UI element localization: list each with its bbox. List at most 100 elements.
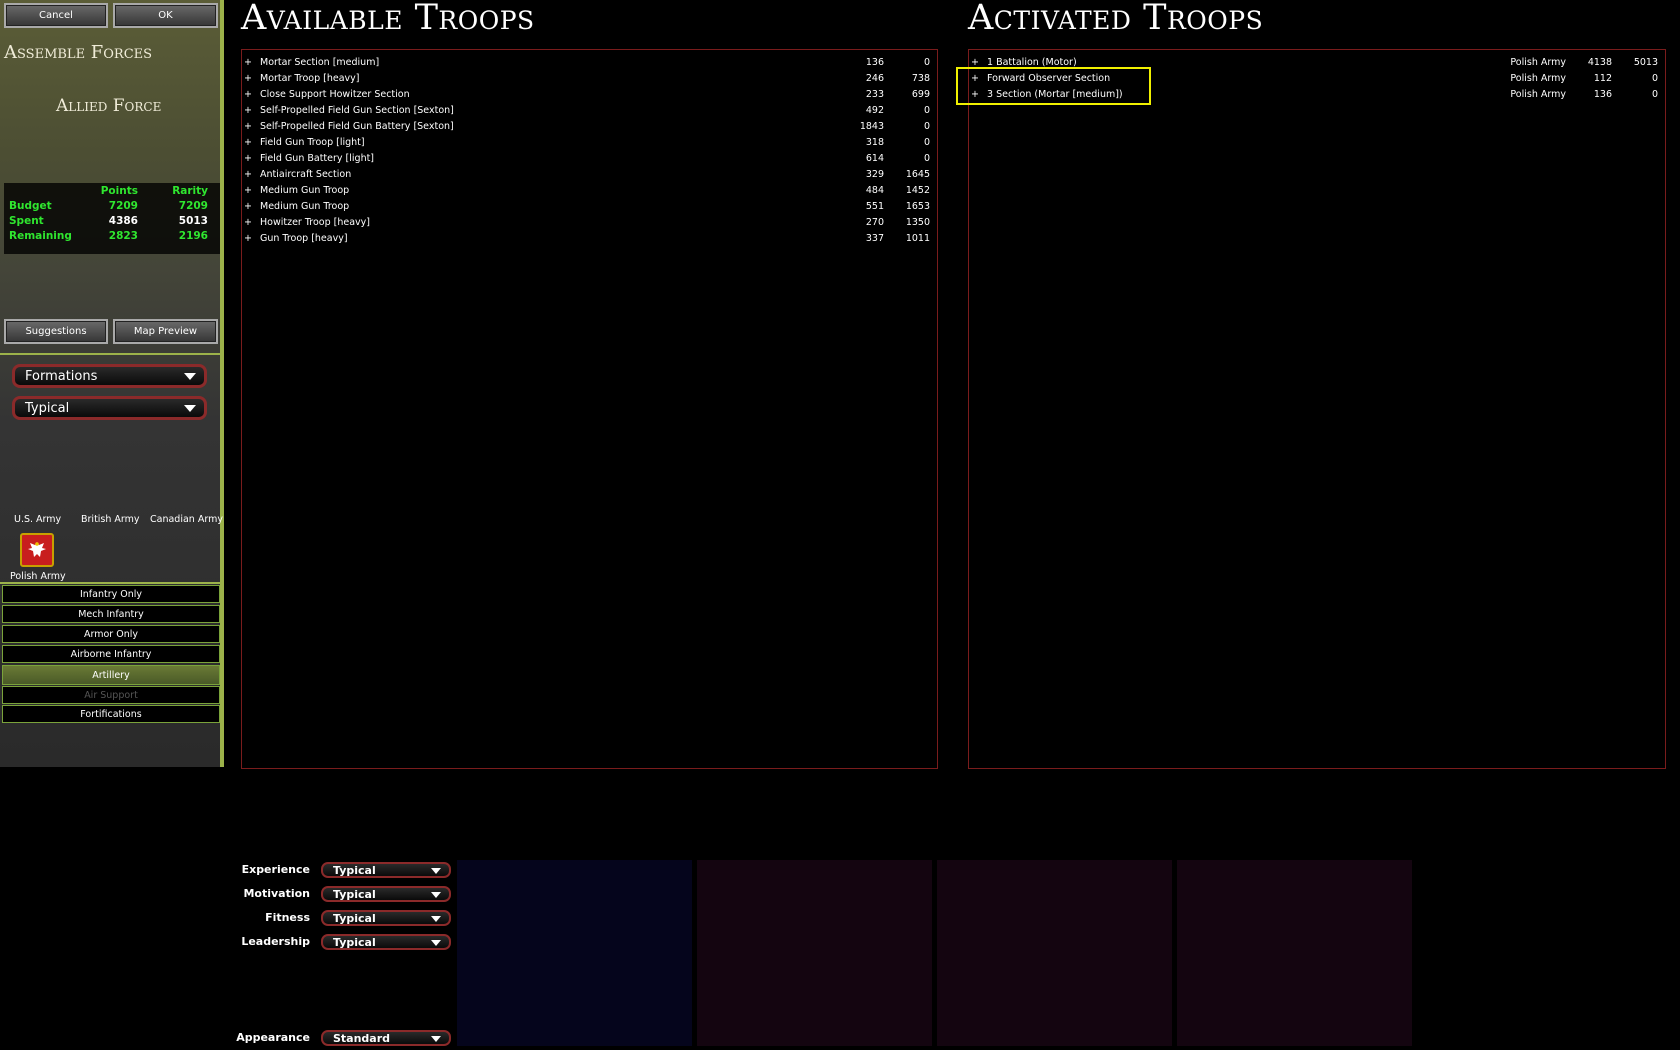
troop-points: 551 [865,201,884,212]
category-air-support[interactable]: Air Support [2,686,220,704]
army-british[interactable]: British Army [81,514,140,525]
troop-rarity: 0 [923,153,930,164]
category-armor-only[interactable]: Armor Only [2,625,220,643]
formations-dropdown[interactable]: Formations [12,364,207,388]
troop-army: Polish Army [1510,57,1566,68]
activated-troops-list[interactable]: +1 Battalion (Motor) Polish Army 4138 5013 +… [968,49,1666,769]
available-troops-title: Available Troops [241,0,535,38]
troop-points: 484 [865,185,884,196]
available-troop-row[interactable]: + Howitzer Troop [heavy] 270 1350 [242,215,937,231]
troop-rarity: 0 [923,57,930,68]
expand-plus-icon[interactable]: + [244,105,252,116]
expand-plus-icon[interactable]: + [244,169,252,180]
troop-rarity: 0 [923,137,930,148]
army-canadian[interactable]: Canadian Army [150,514,223,525]
expand-plus-icon[interactable]: + [244,73,252,84]
remaining-label: Remaining [9,229,72,242]
troop-points: 1843 [859,121,884,132]
troop-name: Gun Troop [heavy] [260,233,348,244]
experience-dropdown[interactable]: Typical [321,862,451,878]
expand-plus-icon[interactable]: + [244,153,252,164]
map-preview-button[interactable]: Map Preview [113,319,218,344]
expand-plus-icon[interactable]: + [244,185,252,196]
spent-label: Spent [9,214,44,227]
available-troop-row[interactable]: + Medium Gun Troop 551 1653 [242,199,937,215]
troop-name: Antiaircraft Section [260,169,352,180]
troop-name: Medium Gun Troop [260,185,350,196]
category-artillery[interactable]: Artillery [2,665,220,685]
formations-dropdown-value: Formations [25,368,98,384]
available-troop-row[interactable]: + Mortar Section [medium] 136 0 [242,55,937,71]
available-troop-row[interactable]: + Field Gun Troop [light] 318 0 [242,135,937,151]
chevron-down-icon [431,868,441,874]
experience-label: Experience [241,863,310,876]
expand-plus-icon[interactable]: + [244,89,252,100]
troop-rarity: 5013 [1633,57,1658,68]
category-fortifications[interactable]: Fortifications [2,705,220,723]
army-polish[interactable]: Polish Army [10,571,66,582]
available-troop-row[interactable]: + Antiaircraft Section 329 1645 [242,167,937,183]
spent-points: 4386 [108,214,138,227]
available-troop-row[interactable]: + Self-Propelled Field Gun Section [Sexto… [242,103,937,119]
troop-name: Mortar Section [medium] [260,57,380,68]
troop-rarity: 1011 [905,233,930,244]
points-header: Points [100,184,138,197]
expand-plus-icon[interactable]: + [244,121,252,132]
polish-eagle-icon[interactable] [20,533,54,567]
remaining-points: 2823 [108,229,138,242]
available-troop-row[interactable]: + Medium Gun Troop 484 1452 [242,183,937,199]
chevron-down-icon [431,892,441,898]
fitness-dropdown[interactable]: Typical [321,910,451,926]
appearance-value: Standard [333,1031,391,1045]
expand-plus-icon[interactable]: + [244,217,252,228]
troop-points: 318 [865,137,884,148]
suggestions-button[interactable]: Suggestions [4,319,108,344]
spent-rarity: 5013 [178,214,208,227]
troop-name: Field Gun Troop [light] [260,137,365,148]
budget-label: Budget [9,199,52,212]
expand-plus-icon[interactable]: + [244,57,252,68]
troop-points: 233 [865,89,884,100]
troop-rarity: 1653 [905,201,930,212]
available-troops-list[interactable]: + Mortar Section [medium] 136 0 + Mortar Troo… [241,49,938,769]
quality-dropdown-value: Typical [25,400,70,416]
expand-plus-icon[interactable]: + [244,233,252,244]
expand-plus-icon[interactable]: + [244,201,252,212]
expand-plus-icon[interactable]: + [244,137,252,148]
troop-rarity: 1350 [905,217,930,228]
troop-name: Howitzer Troop [heavy] [260,217,370,228]
troop-rarity: 738 [911,73,930,84]
leadership-dropdown[interactable]: Typical [321,934,451,950]
divider [0,582,220,584]
army-us[interactable]: U.S. Army [14,514,61,525]
chevron-down-icon [431,916,441,922]
troop-rarity: 699 [911,89,930,100]
available-troop-row[interactable]: + Gun Troop [heavy] 337 1011 [242,231,937,247]
motivation-dropdown[interactable]: Typical [321,886,451,902]
available-troop-row[interactable]: + Close Support Howitzer Section 233 699 [242,87,937,103]
troop-points: 337 [865,233,884,244]
troop-points: 270 [865,217,884,228]
ok-button[interactable]: OK [113,3,218,28]
available-troop-row[interactable]: + Mortar Troop [heavy] 246 738 [242,71,937,87]
motivation-label: Motivation [243,887,310,900]
cancel-button[interactable]: Cancel [4,3,108,28]
side-name: Allied Force [56,96,162,116]
selection-highlight [956,67,1151,105]
category-infantry-only[interactable]: Infantry Only [2,585,220,603]
troop-points: 246 [865,73,884,84]
available-troop-row[interactable]: + Self-Propelled Field Gun Battery [Sexto… [242,119,937,135]
troop-rarity: 1452 [905,185,930,196]
troop-army: Polish Army [1510,73,1566,84]
troop-points: 614 [865,153,884,164]
leadership-label: Leadership [241,935,310,948]
appearance-dropdown[interactable]: Standard [321,1030,451,1046]
chevron-down-icon [184,405,196,412]
category-airborne-infantry[interactable]: Airborne Infantry [2,645,220,663]
troop-points: 4138 [1587,57,1612,68]
chevron-down-icon [431,940,441,946]
category-mech-infantry[interactable]: Mech Infantry [2,605,220,623]
available-troop-row[interactable]: + Field Gun Battery [light] 614 0 [242,151,937,167]
quality-dropdown[interactable]: Typical [12,396,207,420]
troop-points: 136 [1593,89,1612,100]
